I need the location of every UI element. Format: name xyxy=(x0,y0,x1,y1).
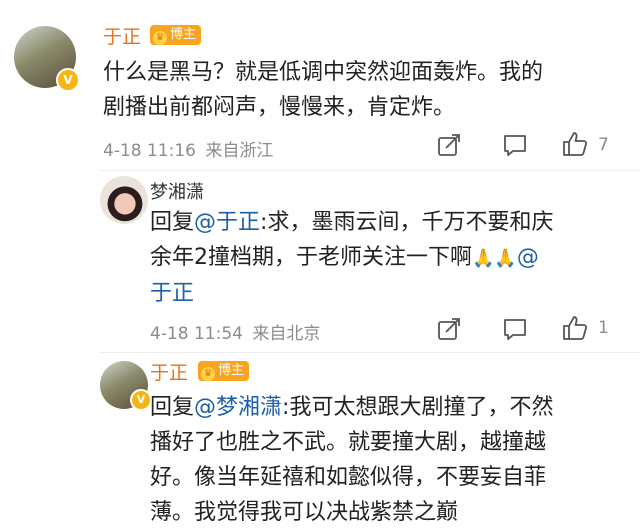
comment-text: 什么是黑马？就是低调中突然迎面轰炸。我的 剧播出前都闷声，慢慢来，肯定炸。 xyxy=(103,55,623,125)
share-icon[interactable] xyxy=(436,316,462,342)
mention-link[interactable]: 于正 xyxy=(150,281,194,306)
author-name[interactable]: 于正 xyxy=(103,22,141,49)
mention-link[interactable]: @于正 xyxy=(194,210,260,235)
avatar[interactable] xyxy=(100,176,148,224)
share-icon[interactable] xyxy=(436,132,462,158)
reply-text: 回复@于正:求，墨雨云间，千万不要和庆 余年2撞档期，于老师关注一下啊🙏🙏@ 于… xyxy=(150,205,630,311)
reply-line-2: 余年2撞档期，于老师关注一下啊🙏🙏@ xyxy=(150,240,630,276)
reply-line-2: 播好了也胜之不武。就要撞大剧，越撞越 xyxy=(150,430,547,455)
reply-line-3: 于正 xyxy=(150,276,630,311)
thumbs-up-icon[interactable] xyxy=(561,314,589,342)
location: 来自北京 xyxy=(252,324,321,344)
verified-v-icon: V xyxy=(56,68,80,92)
like-count: 1 xyxy=(598,318,609,338)
comment-line: 什么是黑马？就是低调中突然迎面轰炸。我的 xyxy=(103,60,544,85)
comment-icon[interactable] xyxy=(502,132,528,158)
location: 来自浙江 xyxy=(205,141,274,161)
timestamp: 4-18 11:54 xyxy=(150,324,243,344)
reply-line-text: 余年2撞档期，于老师关注一下啊 xyxy=(150,245,472,270)
reply-line-text: :我可太想跟大剧撞了，不然 xyxy=(282,395,554,420)
reply-line-text: :求，墨雨云间，千万不要和庆 xyxy=(260,210,554,235)
reply-line-1: 回复@梦湘潇:我可太想跟大剧撞了，不然 xyxy=(150,390,630,425)
reply-author-name[interactable]: 于正 xyxy=(150,358,188,385)
reply-prefix: 回复 xyxy=(150,210,195,235)
mention-link[interactable]: @ xyxy=(517,245,539,270)
reply-line-3: 好。像当年延禧和如懿似得，不要妄自菲 xyxy=(150,465,547,490)
reply-prefix: 回复 xyxy=(150,395,195,420)
comment-meta: 4-18 11:16 来自浙江 xyxy=(103,136,273,161)
blogger-badge: ♛ 博主 xyxy=(150,25,202,45)
reply-line-4: 薄。我觉得我可以决战紫禁之巅 xyxy=(150,500,459,525)
reply-author-name[interactable]: 梦湘潇 xyxy=(150,178,204,204)
pray-emoji: 🙏🙏 xyxy=(472,248,517,269)
badge-label: 博主 xyxy=(170,27,197,42)
reply-line-1: 回复@于正:求，墨雨云间，千万不要和庆 xyxy=(150,205,630,240)
crown-icon: ♛ xyxy=(201,367,215,381)
crown-icon: ♛ xyxy=(153,31,167,45)
verified-v-icon: V xyxy=(130,389,152,411)
like-count: 7 xyxy=(598,135,609,155)
mention-link[interactable]: @梦湘潇 xyxy=(194,395,282,420)
reply-meta: 4-18 11:54 来自北京 xyxy=(150,319,320,344)
comment-line: 剧播出前都闷声，慢慢来，肯定炸。 xyxy=(103,95,456,120)
thumbs-up-icon[interactable] xyxy=(561,130,589,158)
badge-label: 博主 xyxy=(218,363,245,378)
comment-icon[interactable] xyxy=(502,316,528,342)
divider xyxy=(100,170,640,171)
divider xyxy=(100,352,640,353)
blogger-badge: ♛ 博主 xyxy=(198,361,250,381)
timestamp: 4-18 11:16 xyxy=(103,141,196,161)
reply-text: 回复@梦湘潇:我可太想跟大剧撞了，不然 播好了也胜之不武。就要撞大剧，越撞越 好… xyxy=(150,390,630,530)
